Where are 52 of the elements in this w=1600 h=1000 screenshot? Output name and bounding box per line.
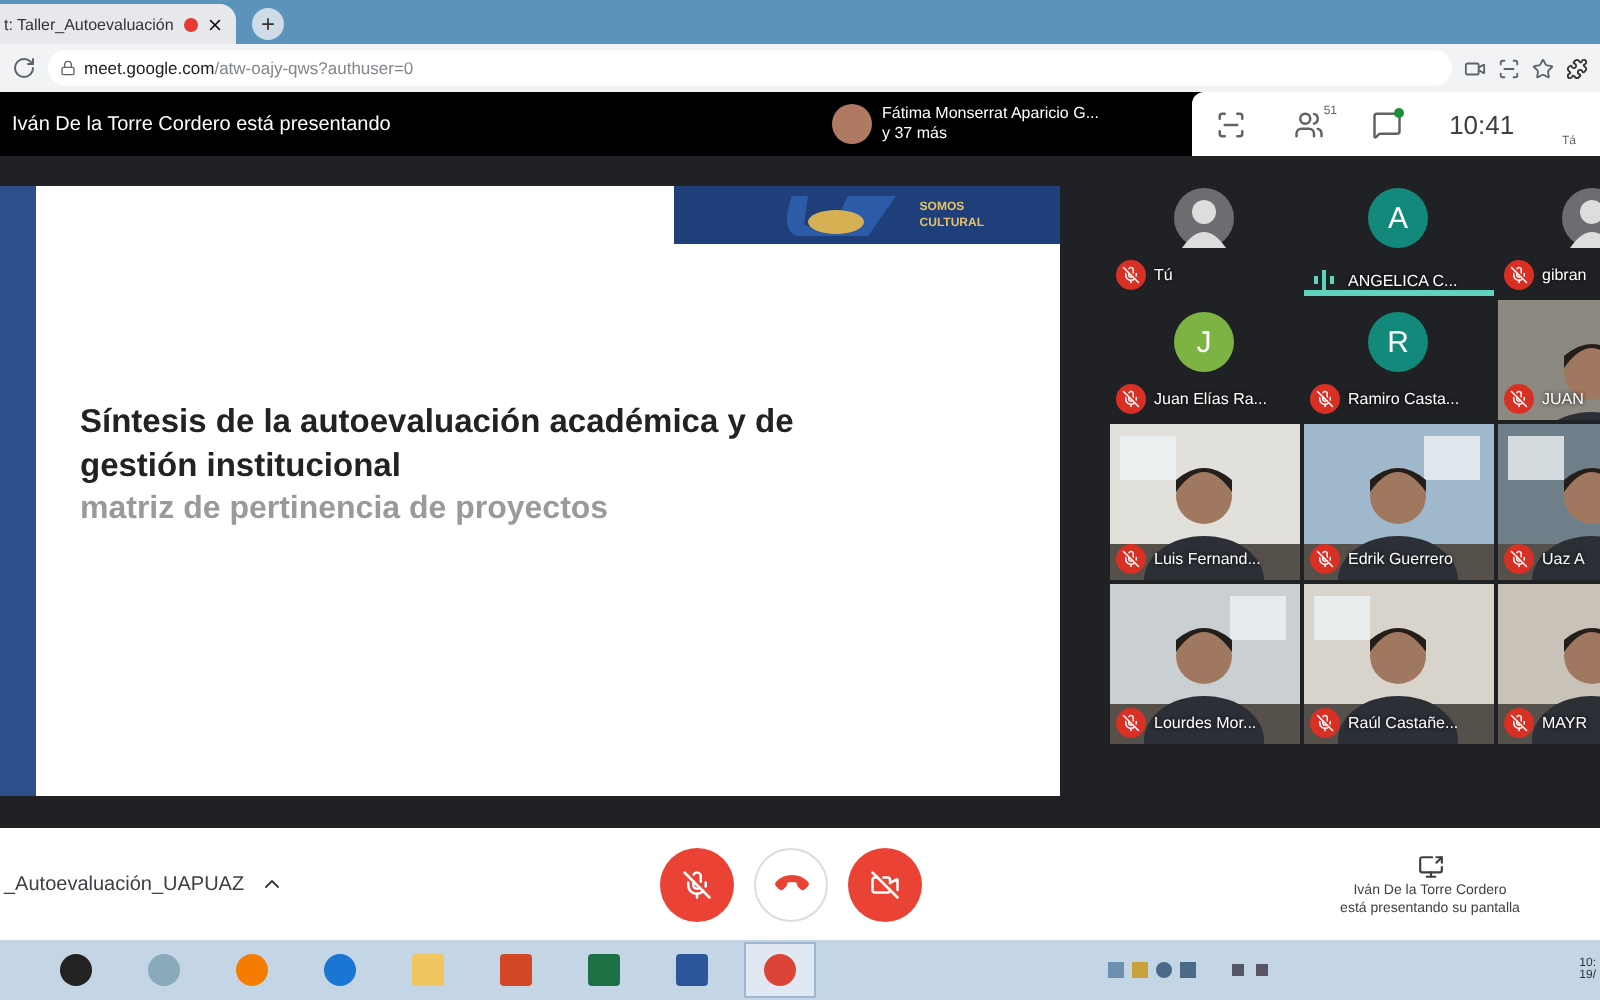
close-icon[interactable] <box>206 15 224 33</box>
participant-name: Ramiro Casta... <box>1348 390 1460 408</box>
participant-name: Uaz A <box>1542 550 1585 568</box>
layout-icon[interactable] <box>1215 109 1246 139</box>
slide-subtitle: matriz de pertinencia de proyectos <box>80 490 611 530</box>
chat-icon[interactable] <box>1371 109 1402 139</box>
new-tab-button[interactable]: + <box>252 8 284 40</box>
slide-title: Síntesis de la autoevaluación académica y de gestión institucional <box>80 402 796 488</box>
address-field[interactable]: meet.google.com/atw-oajy-qws?authuser=0 <box>48 50 1452 86</box>
participant-name: Edrik Guerrero <box>1348 550 1453 568</box>
bookmark-icon[interactable] <box>1532 57 1554 79</box>
square-app-icon <box>672 950 712 990</box>
camera-button[interactable] <box>848 847 922 921</box>
meeting-name: _Autoevaluación_UAPUAZ <box>1 873 245 895</box>
round-app-icon <box>760 950 800 990</box>
people-icon[interactable] <box>1293 109 1324 139</box>
initial-avatar: R <box>1368 312 1428 372</box>
hangup-button[interactable] <box>754 847 828 921</box>
square-app-icon <box>584 950 624 990</box>
participant-name: Fátima Monserrat Aparicio G... <box>882 104 1099 124</box>
round-app-icon <box>144 950 184 990</box>
round-app-icon <box>320 950 360 990</box>
more-count: y 37 más <box>882 124 949 144</box>
participant-name: ANGELICA C... <box>1348 271 1458 289</box>
scan-icon[interactable] <box>1498 57 1520 79</box>
participant-name: JUAN <box>1542 390 1584 408</box>
participant-name: gibran <box>1542 266 1587 284</box>
reload-icon[interactable] <box>12 56 36 80</box>
lock-icon <box>60 60 76 76</box>
mic-button[interactable] <box>660 847 734 921</box>
round-app-icon <box>232 950 272 990</box>
extensions-icon[interactable] <box>1566 57 1588 79</box>
browser-tab[interactable]: t: Taller_Autoevaluación <box>0 4 236 44</box>
participant-name: Juan Elías Ra... <box>1154 390 1267 408</box>
participant-name: Raúl Castañe... <box>1348 714 1459 732</box>
presenter-notice: Iván De la Torre Cordero está presentando <box>10 113 393 135</box>
square-app-icon <box>408 950 448 990</box>
camera-off-icon <box>870 869 900 899</box>
participant-name: Lourdes Mor... <box>1154 714 1257 732</box>
camera-icon[interactable] <box>1464 57 1486 79</box>
user-avatar <box>832 104 872 144</box>
participant-name: MAYR <box>1542 714 1588 732</box>
square-app-icon <box>496 950 536 990</box>
mic-off-icon <box>682 869 712 899</box>
clock-time: 10:41 <box>1449 109 1515 139</box>
avatar-icon <box>1174 188 1234 248</box>
present-screen-icon[interactable] <box>1417 853 1443 879</box>
participant-name: Luis Fernand... <box>1154 550 1261 568</box>
round-app-icon <box>56 950 96 990</box>
initial-avatar: A <box>1368 188 1428 248</box>
initial-avatar: J <box>1174 312 1234 372</box>
participant-name: Tú <box>1154 266 1173 284</box>
